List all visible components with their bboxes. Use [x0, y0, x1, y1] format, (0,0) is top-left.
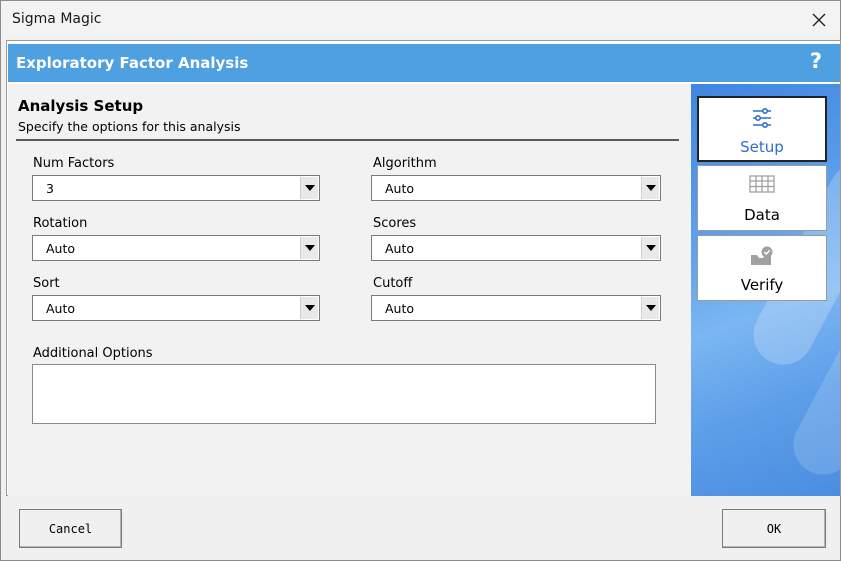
nav-sidebar: Setup Data Verify [691, 84, 840, 496]
dropdown-arrow-button[interactable] [641, 237, 659, 259]
nav-data-label: Data [744, 206, 780, 224]
dialog-window: Sigma Magic Exploratory Factor Analysis … [0, 0, 841, 561]
table-grid-icon [698, 175, 826, 197]
nav-verify-label: Verify [740, 276, 784, 294]
num-factors-dropdown[interactable]: 3 [32, 175, 320, 201]
chevron-down-icon [645, 185, 656, 191]
analysis-header: Exploratory Factor Analysis ? [8, 44, 840, 82]
cutoff-value: Auto [385, 301, 415, 316]
scores-value: Auto [385, 241, 415, 256]
nav-setup-label: Setup [740, 138, 784, 156]
cutoff-label: Cutoff [373, 276, 413, 291]
dropdown-arrow-button[interactable] [300, 237, 318, 259]
rotation-label: Rotation [33, 216, 88, 231]
sort-value: Auto [46, 301, 76, 316]
additional-options-label: Additional Options [33, 346, 153, 361]
chevron-down-icon [304, 185, 315, 191]
section-subtitle: Specify the options for this analysis [18, 119, 241, 134]
chevron-down-icon [645, 305, 656, 311]
dropdown-arrow-button[interactable] [300, 177, 318, 199]
algorithm-value: Auto [385, 181, 415, 196]
cancel-button[interactable]: Cancel [19, 509, 122, 548]
ok-button[interactable]: OK [722, 509, 826, 548]
scores-label: Scores [373, 216, 417, 231]
algorithm-dropdown[interactable]: Auto [371, 175, 661, 201]
setup-panel: Analysis Setup Specify the options for t… [8, 84, 691, 496]
dropdown-arrow-button[interactable] [641, 177, 659, 199]
cutoff-dropdown[interactable]: Auto [371, 295, 661, 321]
chevron-down-icon [304, 245, 315, 251]
sort-dropdown[interactable]: Auto [32, 295, 320, 321]
chevron-down-icon [304, 305, 315, 311]
nav-data-button[interactable]: Data [697, 165, 827, 231]
num-factors-value: 3 [46, 181, 54, 196]
close-icon [812, 13, 826, 27]
sort-label: Sort [33, 276, 60, 291]
section-divider [16, 139, 679, 141]
close-button[interactable] [806, 7, 832, 33]
title-bar: Sigma Magic [1, 1, 840, 39]
inbox-check-icon [698, 245, 826, 267]
algorithm-label: Algorithm [373, 156, 437, 171]
window-title: Sigma Magic [12, 11, 102, 27]
rotation-value: Auto [46, 241, 76, 256]
section-title: Analysis Setup [18, 97, 144, 115]
num-factors-label: Num Factors [33, 156, 115, 171]
nav-setup-button[interactable]: Setup [697, 96, 827, 162]
sliders-icon [699, 107, 825, 129]
scores-dropdown[interactable]: Auto [371, 235, 661, 261]
nav-verify-button[interactable]: Verify [697, 235, 827, 301]
chevron-down-icon [645, 245, 656, 251]
help-button[interactable]: ? [810, 49, 822, 73]
dropdown-arrow-button[interactable] [641, 297, 659, 319]
additional-options-input[interactable] [32, 364, 656, 424]
analysis-title: Exploratory Factor Analysis [16, 54, 249, 72]
rotation-dropdown[interactable]: Auto [32, 235, 320, 261]
dropdown-arrow-button[interactable] [300, 297, 318, 319]
